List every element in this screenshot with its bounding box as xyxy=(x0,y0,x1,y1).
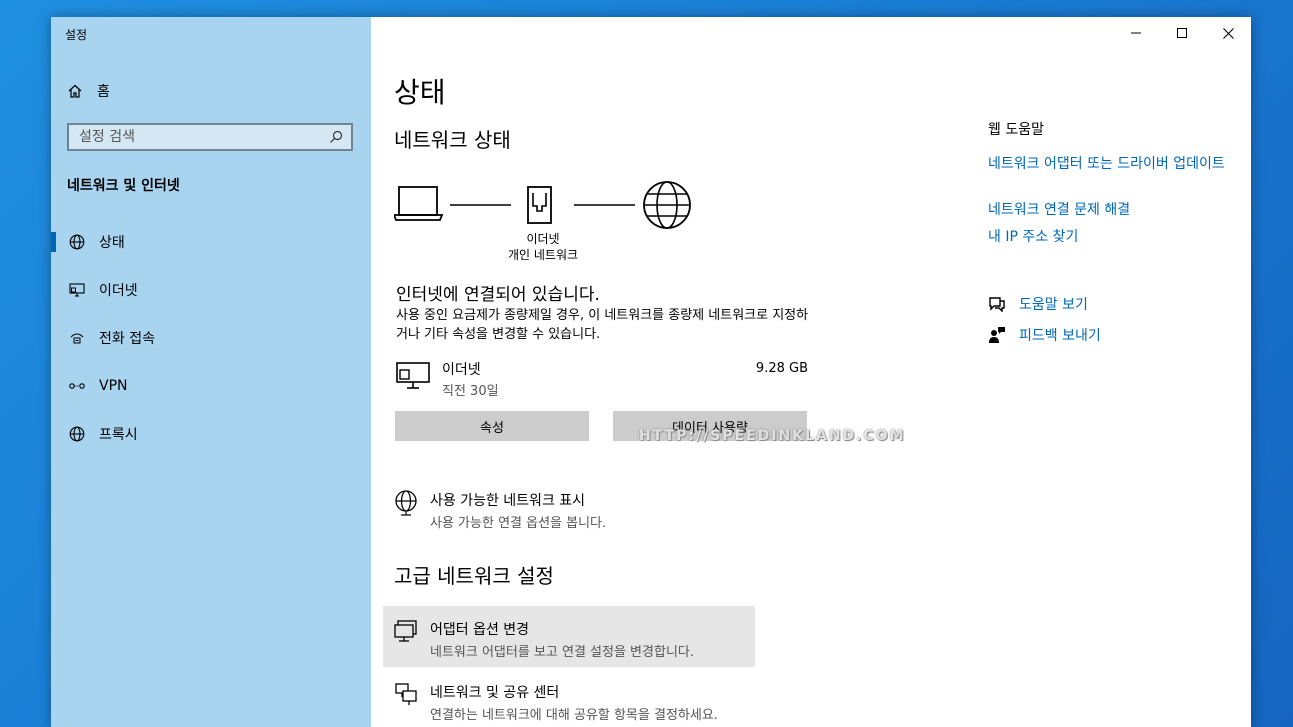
get-help-label: 도움말 보기 xyxy=(1019,297,1088,313)
maximize-icon xyxy=(1177,28,1187,38)
network-sharing-center[interactable]: 네트워크 및 공유 센터 연결하는 네트워크에 대해 공유할 항목을 결정하세요… xyxy=(394,682,718,723)
sharing-center-icon xyxy=(395,683,417,705)
metered-description: 사용 중인 요금제가 종량제일 경우, 이 네트워크를 종량제 네트워크로 지정… xyxy=(396,308,809,342)
main-content: 상태 네트워크 상태 이더넷 개인 네트워크 인터넷에 연결되어 있습니다. 사… xyxy=(371,17,1251,727)
diagram-connection-type: 이더넷 xyxy=(526,232,560,246)
sharing-center-title: 네트워크 및 공유 센터 xyxy=(430,685,560,701)
ethernet-adapter-icon xyxy=(396,362,430,389)
laptop-icon xyxy=(394,186,444,221)
dialup-icon xyxy=(67,331,87,345)
send-feedback-link[interactable]: 피드백 보내기 xyxy=(988,325,1101,345)
show-available-networks[interactable]: 사용 가능한 네트워크 표시 사용 가능한 연결 옵션을 봅니다. xyxy=(394,490,606,531)
adapter-options-subtitle: 네트워크 어댑터를 보고 연결 설정을 변경합니다. xyxy=(430,645,694,660)
sidebar-item-dialup[interactable]: 전화 접속 xyxy=(51,320,371,356)
connection-status-text: 인터넷에 연결되어 있습니다. xyxy=(396,285,600,305)
sidebar-item-ethernet[interactable]: 이더넷 xyxy=(51,272,371,308)
sidebar: 설정 홈 네트워크 및 인터넷 xyxy=(51,17,371,727)
network-diagram xyxy=(394,181,691,229)
sidebar-item-label: 전화 접속 xyxy=(99,331,155,347)
help-link-find-ip[interactable]: 내 IP 주소 찾기 xyxy=(988,228,1228,247)
globe-network-icon xyxy=(395,490,417,516)
sidebar-item-vpn[interactable]: VPN xyxy=(51,368,371,404)
home-icon xyxy=(68,84,82,98)
maximize-button[interactable] xyxy=(1159,17,1205,49)
ethernet-usage-row: 이더넷 직전 30일 9.28 GB xyxy=(396,358,808,399)
ethernet-name: 이더넷 xyxy=(442,362,481,378)
adapter-monitor-icon xyxy=(394,620,417,642)
properties-button[interactable]: 속성 xyxy=(395,411,589,441)
close-icon xyxy=(1222,27,1234,39)
sidebar-item-status[interactable]: 상태 xyxy=(51,224,371,260)
search-box[interactable] xyxy=(67,123,353,151)
get-help-link[interactable]: 도움말 보기 xyxy=(988,294,1088,314)
sidebar-section-title: 네트워크 및 인터넷 xyxy=(67,178,180,194)
home-nav[interactable]: 홈 xyxy=(67,80,110,102)
vpn-icon xyxy=(67,381,87,391)
available-networks-title: 사용 가능한 네트워크 표시 xyxy=(430,493,586,509)
usage-period: 직전 30일 xyxy=(442,384,499,399)
close-button[interactable] xyxy=(1205,17,1251,49)
data-usage-amount: 9.28 GB xyxy=(755,361,808,376)
sidebar-item-label: 프록시 xyxy=(99,427,138,443)
change-adapter-options[interactable]: 어댑터 옵션 변경 네트워크 어댑터를 보고 연결 설정을 변경합니다. xyxy=(394,619,694,660)
network-status-heading: 네트워크 상태 xyxy=(394,128,511,152)
watermark: HTTP://SPEEDINKLAND.COM xyxy=(639,428,906,444)
ethernet-icon xyxy=(67,283,87,297)
internet-globe-icon xyxy=(643,181,691,229)
sharing-center-subtitle: 연결하는 네트워크에 대해 공유할 항목을 결정하세요. xyxy=(430,708,718,723)
available-networks-subtitle: 사용 가능한 연결 옵션을 봅니다. xyxy=(430,516,607,531)
search-icon[interactable] xyxy=(325,130,347,144)
help-link-adapter-driver[interactable]: 네트워크 어댑터 또는 드라이버 업데이트 xyxy=(988,155,1228,174)
app-title: 설정 xyxy=(65,28,88,42)
help-chat-icon xyxy=(989,297,1005,312)
help-link-troubleshoot[interactable]: 네트워크 연결 문제 해결 xyxy=(988,201,1228,220)
advanced-settings-heading: 고급 네트워크 설정 xyxy=(394,564,554,588)
sidebar-item-proxy[interactable]: 프록시 xyxy=(51,416,371,452)
send-feedback-label: 피드백 보내기 xyxy=(1019,328,1101,344)
globe-icon xyxy=(67,426,87,442)
adapter-options-title: 어댑터 옵션 변경 xyxy=(430,622,530,638)
feedback-person-icon xyxy=(989,327,1005,343)
page-title: 상태 xyxy=(394,76,446,109)
ethernet-port-icon xyxy=(527,186,552,224)
settings-window: 설정 홈 네트워크 및 인터넷 xyxy=(51,17,1251,727)
minimize-button[interactable] xyxy=(1113,17,1159,49)
globe-icon xyxy=(67,234,87,250)
sidebar-item-label: VPN xyxy=(99,378,128,394)
search-input[interactable] xyxy=(69,128,325,146)
web-help-title: 웹 도움말 xyxy=(988,122,1044,138)
diagram-network-profile: 개인 네트워크 xyxy=(507,248,579,262)
sidebar-item-label: 이더넷 xyxy=(99,283,138,299)
sidebar-item-label: 상태 xyxy=(99,235,125,251)
minimize-icon xyxy=(1131,32,1141,34)
home-label: 홈 xyxy=(97,84,110,100)
